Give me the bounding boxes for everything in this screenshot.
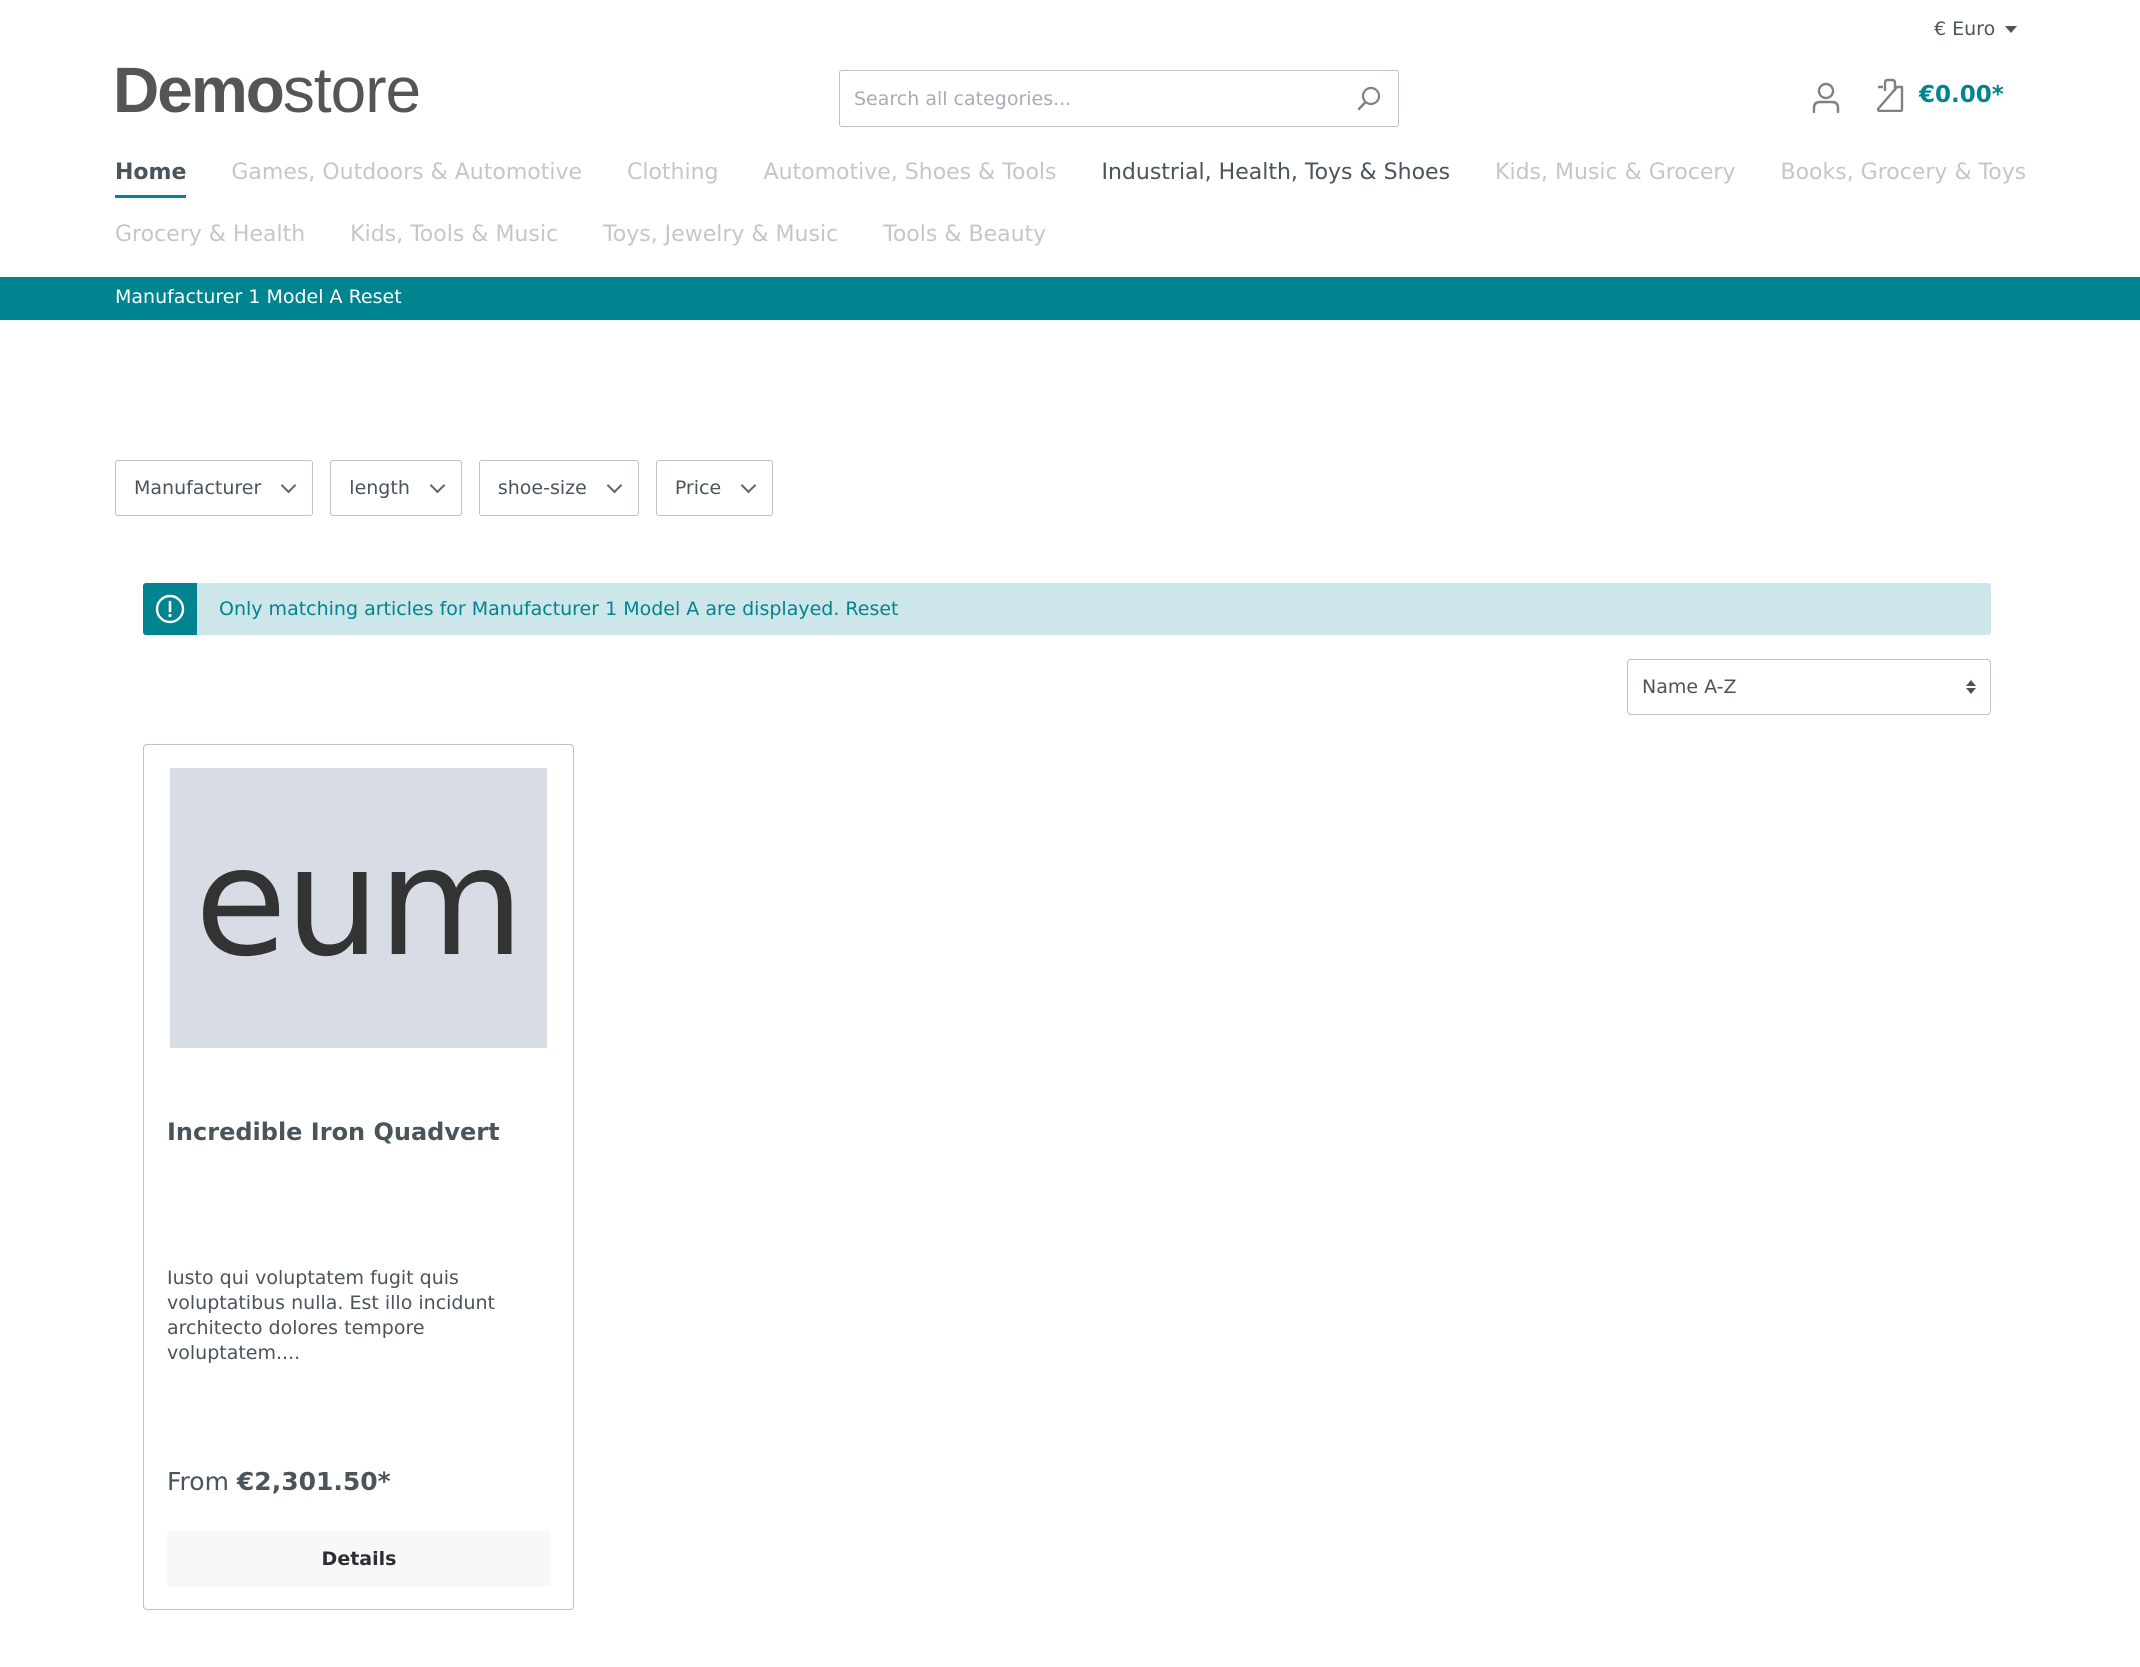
cart-total: €0.00* bbox=[1919, 82, 2004, 108]
nav-item-grocery-health[interactable]: Grocery & Health bbox=[115, 222, 305, 260]
filter-manufacturer[interactable]: Manufacturer bbox=[115, 460, 314, 516]
nav-row-2: Grocery & Health Kids, Tools & Music Toys,… bbox=[115, 222, 2075, 284]
search-icon bbox=[1357, 86, 1381, 110]
user-icon bbox=[1812, 82, 1840, 114]
nav-item-home[interactable]: Home bbox=[115, 160, 187, 199]
price-value: €2,301.50* bbox=[236, 1467, 391, 1496]
info-alert: Only matching articles for Manufacturer … bbox=[143, 583, 1991, 635]
chevron-down-icon bbox=[281, 477, 297, 493]
product-card: eum Incredible Iron Quadvert Iusto qui v… bbox=[143, 744, 574, 1610]
filter-shoe-size[interactable]: shoe-size bbox=[478, 460, 639, 516]
sort-selected-value: Name A-Z bbox=[1642, 676, 1737, 698]
product-name[interactable]: Incredible Iron Quadvert bbox=[167, 1118, 500, 1146]
nav-item-automotive-shoes-tools[interactable]: Automotive, Shoes & Tools bbox=[764, 160, 1057, 198]
sort-select[interactable]: Name A-Z bbox=[1627, 659, 1991, 715]
details-button[interactable]: Details bbox=[167, 1531, 551, 1587]
nav-item-toys-jewelry-music[interactable]: Toys, Jewelry & Music bbox=[603, 222, 838, 260]
search-button[interactable] bbox=[1354, 84, 1384, 114]
product-image[interactable]: eum bbox=[170, 768, 547, 1048]
caret-down-icon bbox=[2005, 25, 2018, 33]
nav-item-kids-music-grocery[interactable]: Kids, Music & Grocery bbox=[1495, 160, 1735, 198]
nav-item-books-grocery-toys[interactable]: Books, Grocery & Toys bbox=[1780, 160, 2026, 198]
active-filter-text[interactable]: Manufacturer 1 Model A Reset bbox=[115, 286, 402, 308]
main-navigation: Home Games, Outdoors & Automotive Clothing… bbox=[115, 160, 2075, 284]
exclamation-circle-icon bbox=[155, 594, 185, 624]
nav-item-kids-tools-music[interactable]: Kids, Tools & Music bbox=[350, 222, 558, 260]
nav-item-industrial-health-toys-shoes[interactable]: Industrial, Health, Toys & Shoes bbox=[1101, 160, 1450, 198]
filter-length[interactable]: length bbox=[330, 460, 462, 516]
search-input[interactable] bbox=[854, 87, 1354, 110]
price-prefix: From bbox=[167, 1467, 229, 1496]
filter-label: length bbox=[349, 477, 410, 499]
filter-price[interactable]: Price bbox=[655, 460, 774, 516]
chevron-down-icon bbox=[740, 477, 757, 493]
search-box bbox=[839, 70, 1399, 127]
nav-item-tools-beauty[interactable]: Tools & Beauty bbox=[883, 222, 1046, 260]
logo-bold: Demo bbox=[113, 54, 285, 126]
nav-row-1: Home Games, Outdoors & Automotive Clothing… bbox=[115, 160, 2075, 222]
account-button[interactable] bbox=[1808, 78, 1844, 118]
shopping-bag-icon bbox=[1876, 78, 1904, 112]
filter-label: shoe-size bbox=[497, 477, 587, 499]
filter-label: Manufacturer bbox=[134, 477, 262, 499]
product-description: Iusto qui voluptatem fugit quis voluptat… bbox=[167, 1267, 496, 1364]
product-image-text: eum bbox=[194, 816, 524, 990]
select-arrows-icon bbox=[1966, 680, 1976, 694]
nav-item-games-outdoors-automotive[interactable]: Games, Outdoors & Automotive bbox=[231, 160, 582, 198]
currency-selector[interactable]: € Euro bbox=[1934, 18, 2018, 40]
currency-label: € Euro bbox=[1934, 18, 1996, 40]
filter-label: Price bbox=[674, 477, 722, 499]
nav-item-clothing[interactable]: Clothing bbox=[627, 160, 719, 198]
product-price: From €2,301.50* bbox=[167, 1467, 391, 1496]
alert-icon-box bbox=[143, 583, 197, 635]
alert-text[interactable]: Only matching articles for Manufacturer … bbox=[219, 598, 898, 620]
cart-button[interactable]: €0.00* bbox=[1875, 78, 2004, 112]
active-filter-bar: Manufacturer 1 Model A Reset bbox=[0, 277, 2140, 320]
chevron-down-icon bbox=[606, 477, 623, 493]
logo-light: store bbox=[282, 54, 421, 126]
filter-panel: Manufacturer length shoe-size Price bbox=[115, 460, 774, 516]
chevron-down-icon bbox=[429, 477, 446, 493]
store-logo[interactable]: Demostore bbox=[113, 58, 421, 122]
